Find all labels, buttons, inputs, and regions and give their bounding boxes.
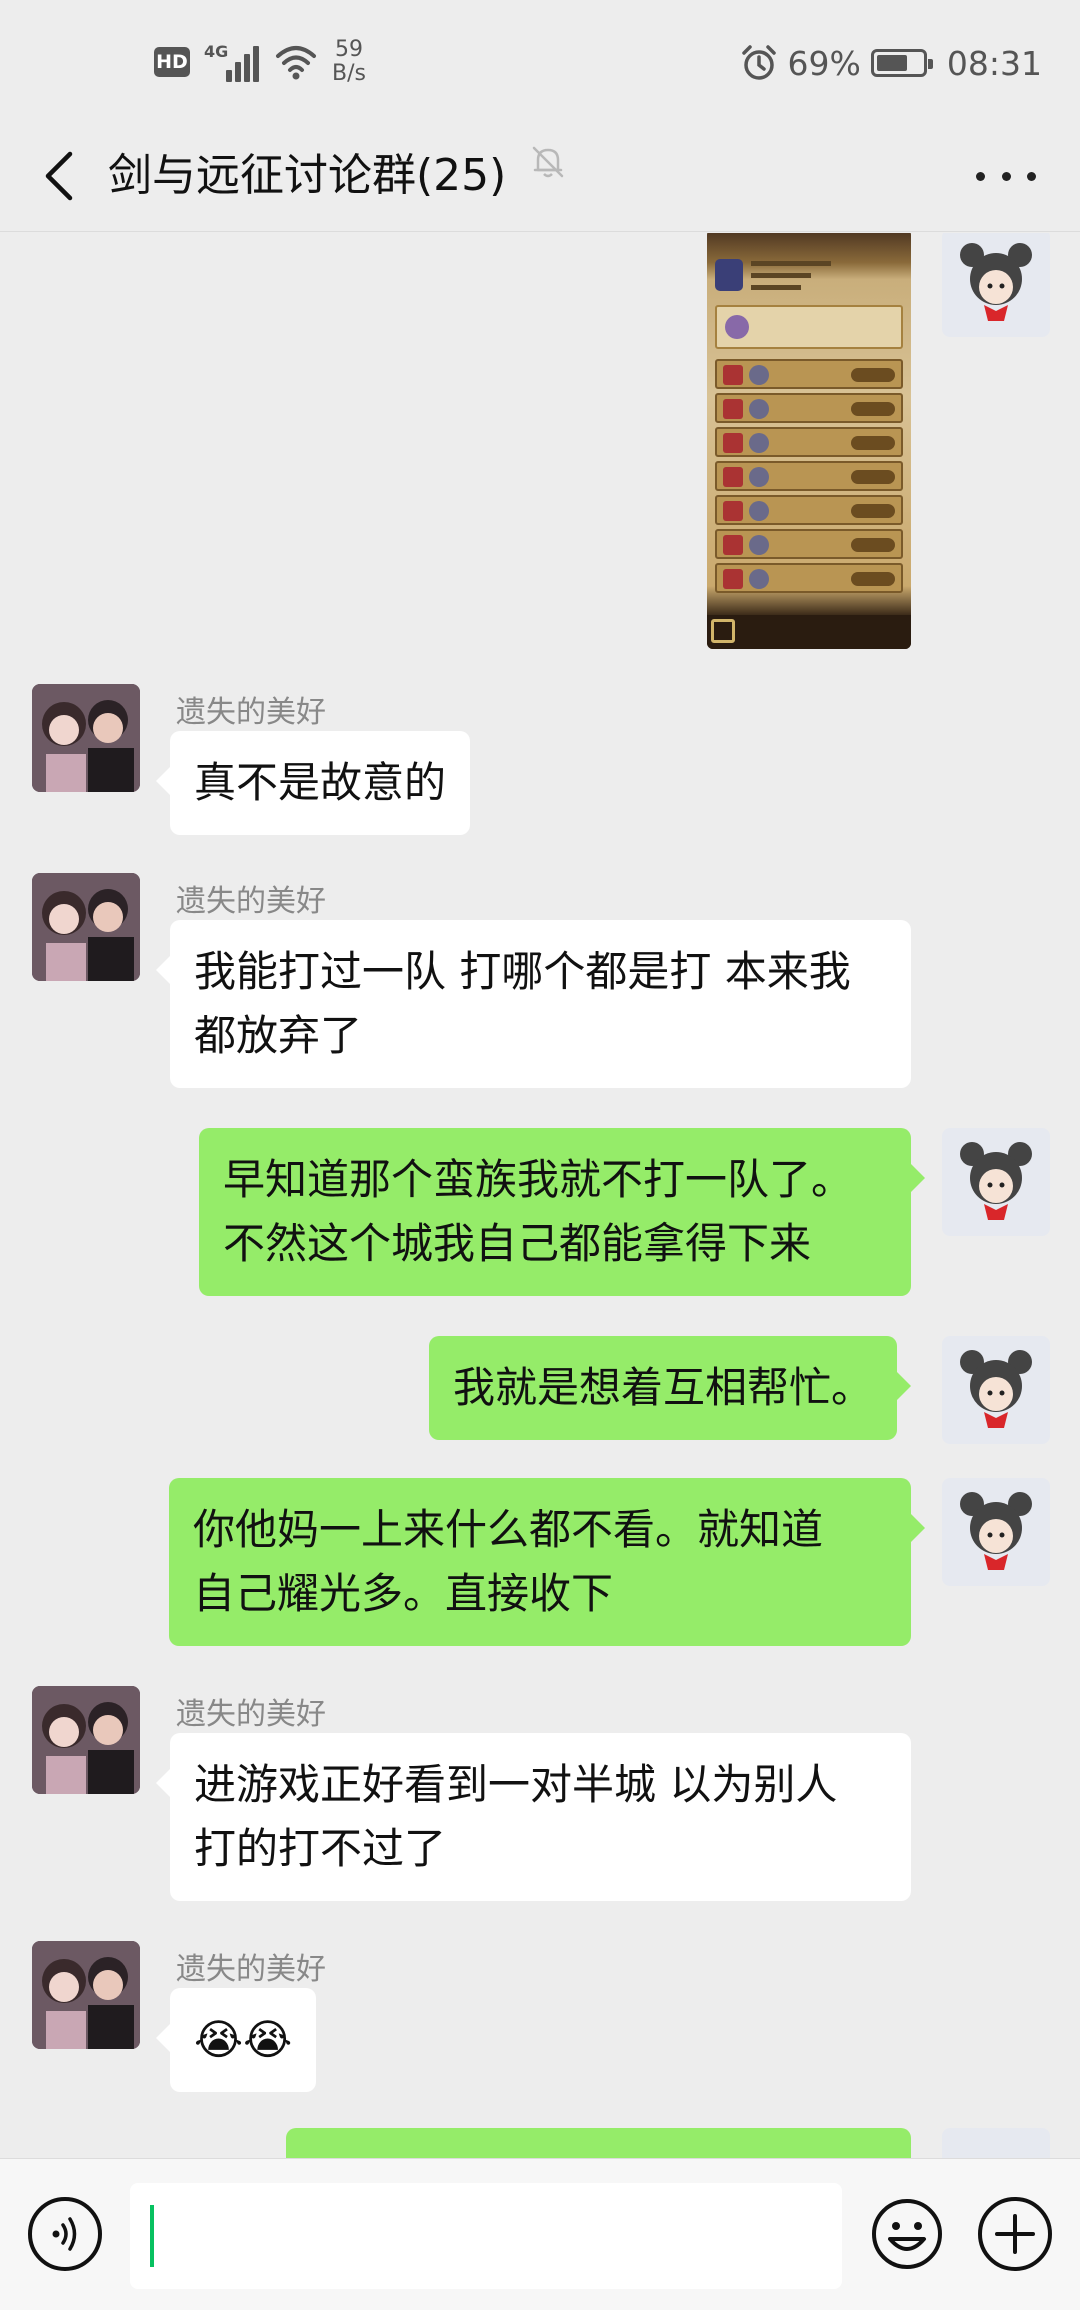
cellular-signal-icon: 4G [204, 42, 260, 82]
self-avatar[interactable] [942, 1478, 1050, 1586]
message-text: 自己耀光多。直接收下 [193, 1569, 614, 1618]
mouse-avatar-icon [960, 1350, 1032, 1428]
back-arrow-icon[interactable] [28, 142, 96, 210]
other-avatar[interactable] [32, 873, 140, 981]
battery-percent: 69% [787, 43, 861, 83]
couple-photo-icon [32, 873, 140, 981]
image-card [715, 305, 903, 349]
status-left: HD 4G 59 B/s [154, 32, 366, 92]
message-bubble[interactable]: 我能打过一队 打哪个都是打 本来我 都放弃了 [156, 920, 911, 1088]
card-icon [725, 315, 749, 339]
network-speed-value: 59 [334, 37, 363, 62]
self-avatar[interactable] [942, 1336, 1050, 1444]
self-avatar[interactable] [942, 1128, 1050, 1236]
dot [976, 171, 985, 181]
message-bubble[interactable]: 进游戏正好看到一对半城 以为别人 打的打不过了 [156, 1733, 911, 1901]
message-emoji: 😭😭 [194, 2015, 293, 2064]
dot [1001, 171, 1011, 181]
more-dots-icon[interactable] [968, 150, 1044, 202]
message-bubble[interactable]: 你他妈一上来什么都不看。就知道 自己耀光多。直接收下 [169, 1478, 925, 1646]
image-row [715, 461, 903, 491]
hd-badge: HD [154, 47, 190, 77]
signal-bar [226, 70, 232, 82]
image-header [715, 255, 903, 301]
bell-muted-icon [532, 146, 564, 178]
message-text: 真不是故意的 [194, 758, 447, 807]
message-list[interactable]: 遗失的美好 真不是故意的 遗失的美好 我能打过一队 打哪个都是打 本来我 都放弃… [0, 233, 1080, 2158]
battery-fill [876, 55, 907, 71]
message-image[interactable] [707, 233, 911, 649]
network-speed: 59 B/s [332, 38, 366, 86]
signal-bar [244, 54, 250, 82]
dot [1027, 171, 1036, 181]
image-row [715, 563, 903, 593]
other-avatar[interactable] [32, 684, 140, 792]
sender-name: 遗失的美好 [176, 1952, 326, 1987]
sender-name: 遗失的美好 [176, 695, 326, 730]
message-bubble[interactable]: 早知道那个蛮族我就不打一队了。 不然这个城我自己都能拿得下来 [199, 1128, 925, 1296]
mouse-avatar-icon [960, 243, 1032, 321]
guild-emblem [715, 259, 743, 291]
voice-icon[interactable] [28, 2197, 102, 2271]
other-avatar[interactable] [32, 1686, 140, 1794]
wifi-icon [276, 46, 316, 80]
emoji-icon[interactable] [870, 2197, 944, 2271]
message-input[interactable] [130, 2183, 842, 2289]
chat-screen: HD 4G 59 B/s 69% 08:31 剑与远征讨论群(25) 遗失的美好… [0, 0, 1080, 2310]
clock: 08:31 [946, 43, 1042, 83]
message-text: 早知道那个蛮族我就不打一队了。 [223, 1155, 854, 1204]
message-text: 我就是想着互相帮忙。 [453, 1363, 874, 1412]
message-text: 你他妈一上来什么都不看。就知道 [193, 1505, 824, 1554]
image-footer [707, 615, 911, 649]
message-text: 都放弃了 [194, 1011, 363, 1060]
other-avatar[interactable] [32, 1941, 140, 2049]
chat-title[interactable]: 剑与远征讨论群(25) [108, 140, 506, 212]
voice-waves-icon [52, 2217, 77, 2251]
status-right: 69% 08:31 [740, 38, 1042, 88]
self-avatar[interactable] [942, 2128, 1050, 2158]
alarm-icon [741, 45, 776, 80]
network-speed-unit: B/s [332, 61, 366, 86]
sender-name: 遗失的美好 [176, 884, 326, 919]
message-text: 打的打不过了 [194, 1824, 447, 1873]
signal-bar [253, 46, 259, 82]
message-bubble[interactable]: 😭😭 [155, 1988, 317, 2092]
text-cursor [150, 2205, 154, 2267]
battery-icon [870, 49, 933, 77]
message-bubble-partial[interactable] [286, 2128, 911, 2158]
message-text: 进游戏正好看到一对半城 以为别人 [194, 1760, 838, 1809]
text-line [751, 261, 831, 266]
image-row [715, 393, 903, 423]
message-bubble[interactable]: 真不是故意的 [155, 731, 471, 835]
message-text: 不然这个城我自己都能拿得下来 [223, 1219, 812, 1268]
text-line [751, 285, 801, 290]
network-type-label: 4G [204, 42, 229, 61]
image-back-icon [711, 619, 735, 643]
plus-sign-icon [995, 2214, 1035, 2254]
status-bar: HD 4G 59 B/s 69% 08:31 [0, 0, 1080, 120]
couple-photo-icon [32, 1941, 140, 2049]
couple-photo-icon [32, 1686, 140, 1794]
text-line [751, 273, 811, 278]
mouse-avatar-icon [960, 1142, 1032, 1220]
message-text: 我能打过一队 打哪个都是打 本来我 [194, 947, 851, 996]
message-bubble[interactable]: 我就是想着互相帮忙。 [429, 1336, 912, 1440]
image-row [715, 359, 903, 389]
mouse-avatar-icon [960, 1492, 1032, 1570]
plus-icon[interactable] [978, 2197, 1052, 2271]
sender-name: 遗失的美好 [176, 1697, 326, 1732]
input-bar [0, 2158, 1080, 2310]
self-avatar[interactable] [942, 233, 1050, 337]
image-row [715, 495, 903, 525]
couple-photo-icon [32, 684, 140, 792]
image-row [715, 427, 903, 457]
signal-bar [235, 62, 241, 82]
image-row [715, 529, 903, 559]
